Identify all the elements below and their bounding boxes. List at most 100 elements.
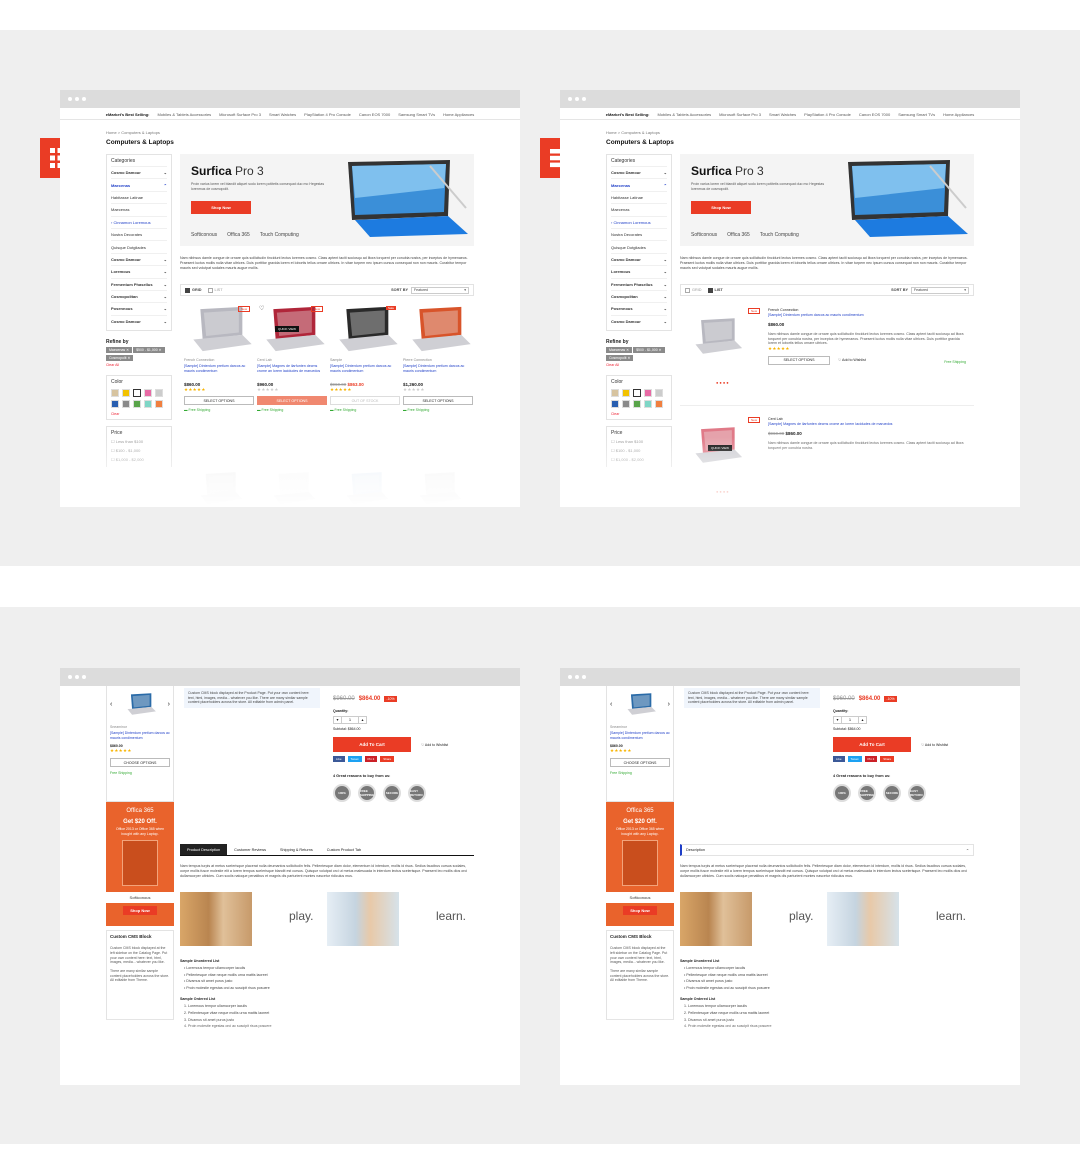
color-swatch[interactable] [122,389,130,398]
category-item[interactable]: Cosmopolitan ⌄ [611,289,667,302]
category-item[interactable]: Fermentum Phasellus ⌄ [611,277,667,290]
category-item[interactable]: Cosmo Damour ⌄ [611,166,667,178]
select-options-button[interactable]: OUT OF STOCK [330,396,400,405]
product-name[interactable]: [Sample] Dinterdum pretium darcos ac mau… [110,731,170,740]
filter-chip[interactable]: Cosmopolit ✕ [606,355,634,362]
add-to-cart-button[interactable]: Add To Cart [333,737,411,752]
category-item[interactable]: Cosmo Damour ⌄ [111,252,167,265]
clear-all-link[interactable]: Clear All [606,363,672,367]
decrement-button[interactable]: ▾ [333,716,342,724]
topnav-link[interactable]: Mobiles & Tablets Accessories [157,112,211,119]
social-tweet-button[interactable]: Tweet [847,756,862,762]
chevron-icon[interactable]: ⌄ [664,257,667,262]
chevron-icon[interactable]: ⌃ [664,183,667,188]
topnav-link[interactable]: Home Appliances [943,112,974,119]
select-options-button[interactable]: SELECT OPTIONS [403,396,473,405]
quantity-stepper[interactable]: ▾ 1 ▴ [333,716,448,724]
product-name[interactable]: [Sample] Dinterdum pretium darcos ac mau… [610,731,670,740]
product-card[interactable]: Pierre Connection [Sample] Dinterdum pret… [403,304,473,412]
category-item[interactable]: Maecenas ⌃ [111,178,167,190]
product-image[interactable]: New [184,304,254,354]
add-to-wishlist-link[interactable]: ♡ Add to Wishlist [921,743,948,747]
filter-chip[interactable]: Maecenas ✕ [606,347,633,354]
color-swatch[interactable] [633,389,641,398]
product-name[interactable]: [Sample] Dinterdum pretium darcos ac mau… [768,313,966,318]
add-to-wishlist-link[interactable]: ♡ Add to Wishlist [421,743,448,747]
chevron-icon[interactable]: ⌄ [164,306,167,311]
chevron-icon[interactable]: ⌄ [164,269,167,274]
tab-product-description[interactable]: Product Description [180,844,228,855]
chevron-icon[interactable]: ⌄ [664,294,667,299]
product-image[interactable]: Sale [330,304,400,354]
grid-view-toggle[interactable]: GRID [185,287,202,293]
topnav-link[interactable]: Canon EOS 7000 [359,112,390,119]
color-clear-link[interactable]: Clear [611,412,667,416]
category-item[interactable]: Maecenas [111,203,167,215]
grid-view-toggle[interactable]: GRID [685,287,702,293]
social-pin-it-button[interactable]: Pin it [364,756,378,762]
color-swatch[interactable] [144,400,152,409]
filter-chip[interactable]: $500 - $1,000 ✕ [133,347,165,354]
color-swatch[interactable] [133,400,141,409]
category-item[interactable]: Cosmopolitan ⌄ [111,289,167,302]
clear-all-link[interactable]: Clear All [106,363,172,367]
description-accordion-header[interactable]: Description ⌃ [680,844,974,856]
product-name[interactable]: [Sample] Dinterdum pretium darcos ac mau… [184,364,254,380]
chevron-icon[interactable]: ⌄ [164,170,167,175]
category-item[interactable]: › Cinnamon Loremous [611,215,667,228]
topnav-link[interactable]: Samsung Smart TVs [898,112,935,119]
product-name[interactable]: [Sample] Dinterdum pretium darcos ac mau… [403,364,473,380]
topnav-link[interactable]: Samsung Smart TVs [398,112,435,119]
social-like-button[interactable]: Like [833,756,845,762]
choose-options-button[interactable]: CHOOSE OPTIONS [610,758,670,768]
color-swatch[interactable] [644,389,652,398]
quantity-input[interactable]: 1 [342,716,358,724]
category-item[interactable]: Maecenas [611,203,667,215]
category-item[interactable]: Maecenas ⌃ [611,178,667,190]
office-shop-now-button[interactable]: Shop Now [623,906,657,916]
category-item[interactable]: Nostra Decorates [111,227,167,240]
category-item[interactable]: Nostra Decorates [611,227,667,240]
decrement-button[interactable]: ▾ [833,716,842,724]
color-swatch[interactable] [633,400,641,409]
category-item[interactable]: Cosmo Damour ⌄ [111,314,167,327]
category-item[interactable]: Cosmo Damour ⌄ [111,166,167,178]
shop-now-button[interactable]: Shop Now [691,201,751,214]
color-swatch[interactable] [133,389,141,398]
chevron-left-icon[interactable]: ‹ [110,701,112,708]
chevron-icon[interactable]: ⌄ [164,282,167,287]
list-view-toggle[interactable]: LIST [707,287,723,293]
select-options-button[interactable]: SELECT OPTIONS [768,356,830,366]
quick-view-button[interactable]: QUICK VIEW [275,326,300,332]
chevron-icon[interactable]: ⌄ [164,257,167,262]
product-card[interactable]: New French Connection [Sample] Dinterdum p… [184,304,254,412]
filter-chip[interactable]: Cosmopolit ✕ [106,355,134,362]
filter-chip[interactable]: $500 - $1,000 ✕ [633,347,665,354]
social-share-button[interactable]: Share [380,756,395,762]
color-swatch[interactable] [155,389,163,398]
chevron-icon[interactable]: ⌄ [664,319,667,324]
tab-shipping-returns[interactable]: Shipping & Returns [273,844,320,855]
filter-chip[interactable]: Maecenas ✕ [106,347,133,354]
category-item[interactable]: Posennous ⌄ [111,302,167,314]
select-options-button[interactable]: SELECT OPTIONS [257,396,327,405]
category-item[interactable]: Quisque Dotgilades [111,240,167,252]
chevron-right-icon[interactable]: › [668,701,670,708]
social-share-button[interactable]: Share [880,756,895,762]
category-item[interactable]: Habitasse Latinae [111,190,167,203]
color-swatch[interactable] [155,400,163,409]
category-item[interactable]: Cosmo Damour ⌄ [611,252,667,265]
color-swatch[interactable] [644,400,652,409]
product-image[interactable] [688,316,744,356]
breadcrumb[interactable]: Home > Computers & Laptops [106,130,160,135]
chevron-icon[interactable]: ⌃ [164,183,167,188]
category-item[interactable]: › Cinnamon Loremous [111,215,167,228]
chevron-icon[interactable]: ⌄ [664,306,667,311]
topnav-link[interactable]: Smart Watches [269,112,296,119]
topnav-link[interactable]: Home Appliances [443,112,474,119]
color-swatch[interactable] [655,389,663,398]
list-view-toggle[interactable]: LIST [207,287,223,293]
increment-button[interactable]: ▴ [858,716,867,724]
product-image[interactable] [403,304,473,354]
chevron-icon[interactable]: ⌄ [664,269,667,274]
